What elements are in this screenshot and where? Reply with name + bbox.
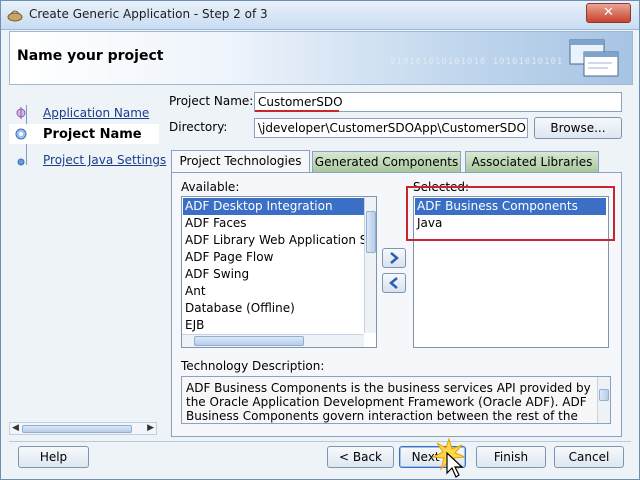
nav-step-label: Project Name xyxy=(43,127,142,142)
wizard-steps-nav: Application Name Project Name Project Ja… xyxy=(9,91,166,431)
window-title: Create Generic Application - Step 2 of 3 xyxy=(29,7,268,21)
finish-button[interactable]: Finish xyxy=(476,446,546,468)
remove-selected-button[interactable] xyxy=(382,273,406,293)
nav-step-label: Application Name xyxy=(43,106,150,120)
browse-button[interactable]: Browse... xyxy=(534,117,622,139)
title-bar: Create Generic Application - Step 2 of 3… xyxy=(1,1,639,30)
chevron-right-icon xyxy=(390,252,399,264)
scroll-thumb[interactable] xyxy=(22,425,132,433)
project-name-input[interactable]: CustomerSDO xyxy=(254,92,622,112)
list-item[interactable]: Database (Offline) xyxy=(183,300,365,317)
technology-description-text: ADF Business Components is the business … xyxy=(186,381,591,423)
list-item[interactable]: ADF Page Flow xyxy=(183,249,365,266)
footer-separator xyxy=(9,441,631,442)
page-title: Name your project xyxy=(17,48,164,64)
scroll-thumb[interactable] xyxy=(366,211,376,253)
directory-input[interactable]: \jdeveloper\CustomerSDOApp\CustomerSDO xyxy=(254,118,528,138)
step-pending-icon xyxy=(17,158,25,166)
technology-description-box: ADF Business Components is the business … xyxy=(181,376,611,424)
scroll-left-icon[interactable]: ◀ xyxy=(12,423,19,434)
header-binary-decoration: 010101010101010 10101010101 xyxy=(390,57,564,67)
nav-step-application-name[interactable]: Application Name xyxy=(9,103,159,123)
directory-label: Directory: xyxy=(169,120,228,134)
nav-step-label: Project Java Settings xyxy=(43,153,167,167)
list-item[interactable]: ADF Desktop Integration xyxy=(183,198,365,215)
available-horizontal-scrollbar[interactable] xyxy=(182,334,364,347)
dialog-window: Create Generic Application - Step 2 of 3… xyxy=(0,0,640,480)
scroll-right-icon[interactable]: ▶ xyxy=(147,423,154,434)
list-item[interactable]: EJB xyxy=(183,317,365,334)
close-button[interactable]: ✕ xyxy=(586,3,631,23)
app-icon xyxy=(7,10,23,22)
nav-step-project-name[interactable]: Project Name xyxy=(9,124,159,144)
project-name-label: Project Name: xyxy=(169,94,254,108)
project-name-highlight-underline xyxy=(255,110,339,112)
list-item[interactable]: Ant xyxy=(183,283,365,300)
mouse-pointer-icon xyxy=(446,451,464,478)
tab-associated-libraries[interactable]: Associated Libraries xyxy=(465,151,599,172)
nav-horizontal-scrollbar[interactable]: ◀ ▶ xyxy=(9,422,157,435)
list-item[interactable]: ADF Swing xyxy=(183,266,365,283)
tab-generated-components[interactable]: Generated Components xyxy=(312,151,461,172)
wizard-header: Name your project 010101010101010 101010… xyxy=(9,31,633,85)
scroll-thumb[interactable] xyxy=(194,336,304,346)
add-selected-button[interactable] xyxy=(382,248,406,268)
available-list[interactable]: ADF Desktop Integration ADF Faces ADF Li… xyxy=(181,196,377,348)
help-button[interactable]: Help xyxy=(18,446,89,468)
selected-highlight-box xyxy=(406,186,615,241)
available-label: Available: xyxy=(181,180,240,194)
list-item[interactable]: ADF Faces xyxy=(183,215,365,232)
scroll-thumb[interactable] xyxy=(599,389,609,401)
wizard-windows-icon xyxy=(569,39,619,77)
tab-project-technologies[interactable]: Project Technologies xyxy=(171,150,310,173)
cancel-button[interactable]: Cancel xyxy=(554,446,624,468)
step-done-icon xyxy=(16,107,26,119)
description-vertical-scrollbar[interactable] xyxy=(597,377,610,423)
available-vertical-scrollbar[interactable] xyxy=(364,197,376,333)
step-current-icon xyxy=(15,128,27,140)
technology-description-label: Technology Description: xyxy=(181,359,325,373)
back-button[interactable]: < Back xyxy=(327,446,394,468)
chevron-left-icon xyxy=(389,277,398,289)
nav-step-project-java-settings[interactable]: Project Java Settings xyxy=(9,150,166,170)
list-item[interactable]: ADF Library Web Application Support xyxy=(183,232,376,249)
